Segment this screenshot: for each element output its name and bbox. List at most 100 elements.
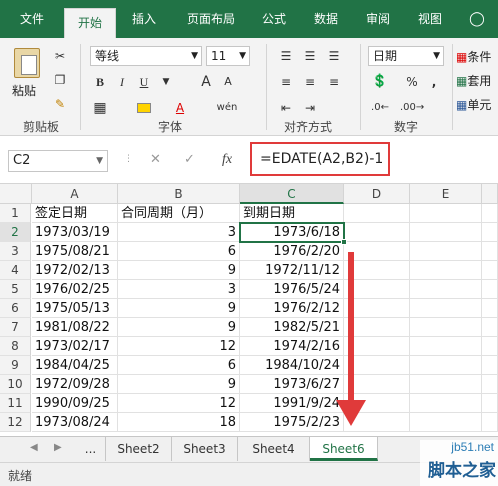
cell-b12[interactable]: 18 [118,413,240,432]
cell-c11[interactable]: 1991/9/24 [240,394,344,413]
format-as-table-button[interactable]: ▦套用 [456,72,491,89]
row-header[interactable]: 4 [0,261,31,280]
scroll-right-icon[interactable]: ▶ [54,442,62,453]
empty-cell[interactable] [344,223,410,242]
cell-c9[interactable]: 1984/10/24 [240,356,344,375]
empty-cell[interactable] [410,356,482,375]
tab-data[interactable]: 数据 [304,0,348,38]
cell-a2[interactable]: 1973/03/19 [32,223,118,242]
tab-page-layout[interactable]: 页面布局 [176,0,246,38]
font-name-select[interactable]: 等线 ▼ [90,46,202,66]
scroll-left-icon[interactable]: ◀ [30,442,38,453]
cell-b10[interactable]: 9 [118,375,240,394]
empty-cell[interactable] [482,223,498,242]
cell-b1[interactable]: 合同周期（月） [118,204,240,223]
align-bottom-icon[interactable]: ☰ [324,46,344,66]
cell-a5[interactable]: 1976/02/25 [32,280,118,299]
cell-styles-button[interactable]: ▦单元 [456,96,491,113]
cell-a8[interactable]: 1973/02/17 [32,337,118,356]
decrease-decimal-icon[interactable]: .00→ [400,98,424,118]
column-header-c[interactable]: C [240,184,344,204]
empty-cell[interactable] [482,356,498,375]
percent-icon[interactable]: % [402,72,422,92]
align-left-icon[interactable]: ≡ [276,72,296,92]
empty-cell[interactable] [410,261,482,280]
column-header-d[interactable]: D [344,184,410,204]
cell-c5[interactable]: 1976/5/24 [240,280,344,299]
empty-cell[interactable] [482,413,498,432]
decrease-indent-icon[interactable]: ⇤ [276,98,296,118]
sheet-tab-sheet4[interactable]: Sheet4 [238,437,310,461]
cell-c2[interactable]: 1973/6/18 [240,223,344,242]
empty-cell[interactable] [482,337,498,356]
cell-b7[interactable]: 9 [118,318,240,337]
conditional-formatting-button[interactable]: ▦条件 [456,48,491,65]
cell-a3[interactable]: 1975/08/21 [32,242,118,261]
increase-decimal-icon[interactable]: .0← [370,98,390,118]
empty-cell[interactable] [410,223,482,242]
empty-cell[interactable] [482,280,498,299]
cell-a11[interactable]: 1990/09/25 [32,394,118,413]
number-format-select[interactable]: 日期 ▼ [368,46,444,66]
empty-cell[interactable] [482,394,498,413]
column-header-e[interactable]: E [410,184,482,204]
fill-handle[interactable] [341,239,347,245]
tab-view[interactable]: 视图 [408,0,452,38]
currency-icon[interactable]: 💲 [370,72,390,92]
empty-cell[interactable] [482,299,498,318]
formula-input[interactable]: =EDATE(A2,B2)-1 [250,142,390,176]
empty-cell[interactable] [482,318,498,337]
comma-icon[interactable]: , [424,72,444,92]
format-painter-icon[interactable]: ✎ [50,94,70,114]
empty-cell[interactable] [410,413,482,432]
empty-cell[interactable] [410,242,482,261]
fill-color-icon[interactable] [134,98,154,118]
paste-icon[interactable] [14,48,40,78]
font-grow-icon[interactable]: A [196,72,216,92]
cell-b6[interactable]: 9 [118,299,240,318]
cell-c7[interactable]: 1982/5/21 [240,318,344,337]
row-header[interactable]: 12 [0,413,31,432]
row-header[interactable]: 7 [0,318,31,337]
cell-b2[interactable]: 3 [118,223,240,242]
empty-cell[interactable] [410,375,482,394]
cell-c6[interactable]: 1976/2/12 [240,299,344,318]
underline-icon[interactable]: U [134,72,154,92]
more-sheets-button[interactable]: ... [76,437,106,461]
cell-a10[interactable]: 1972/09/28 [32,375,118,394]
empty-cell[interactable] [410,318,482,337]
chevron-down-icon[interactable]: ▼ [156,72,176,92]
empty-cell[interactable] [482,242,498,261]
cell-b5[interactable]: 3 [118,280,240,299]
cell-a9[interactable]: 1984/04/25 [32,356,118,375]
tab-review[interactable]: 审阅 [356,0,400,38]
cell-c10[interactable]: 1973/6/27 [240,375,344,394]
cell-c12[interactable]: 1975/2/23 [240,413,344,432]
row-header[interactable]: 9 [0,356,31,375]
italic-icon[interactable]: I [112,72,132,92]
cell-a4[interactable]: 1972/02/13 [32,261,118,280]
insert-function-icon[interactable]: fx [222,152,232,168]
cut-icon[interactable]: ✂ [50,46,70,66]
row-header[interactable]: 11 [0,394,31,413]
tab-file[interactable]: 文件 [8,0,56,38]
empty-cell[interactable] [344,204,410,223]
cell-a6[interactable]: 1975/05/13 [32,299,118,318]
cell-c3[interactable]: 1976/2/20 [240,242,344,261]
cell-b9[interactable]: 6 [118,356,240,375]
empty-cell[interactable] [410,337,482,356]
column-header-a[interactable]: A [32,184,118,204]
empty-cell[interactable] [482,261,498,280]
select-all-corner[interactable] [0,184,32,204]
border-icon[interactable]: ▦ [90,98,110,118]
cell-c8[interactable]: 1974/2/16 [240,337,344,356]
empty-cell[interactable] [410,280,482,299]
cell-c1[interactable]: 到期日期 [240,204,344,223]
empty-cell[interactable] [482,204,498,223]
cell-b4[interactable]: 9 [118,261,240,280]
font-size-select[interactable]: 11 ▼ [206,46,250,66]
empty-cell[interactable] [410,299,482,318]
tab-insert[interactable]: 插入 [122,0,166,38]
font-shrink-icon[interactable]: A [218,72,238,92]
copy-icon[interactable]: ❐ [50,70,70,90]
